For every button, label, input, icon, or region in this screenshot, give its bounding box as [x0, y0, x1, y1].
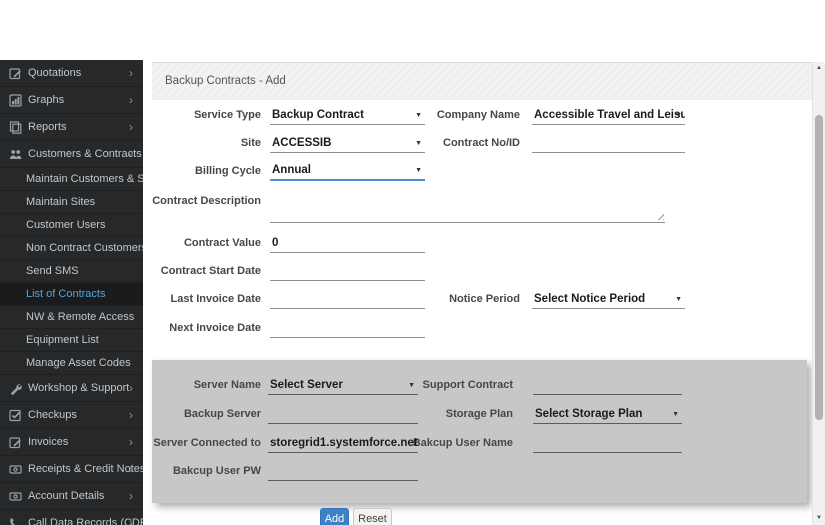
next-invoice-date-input[interactable]: [270, 319, 425, 338]
site-label: Site: [240, 137, 261, 149]
chevron-right-icon: ›: [129, 93, 133, 107]
chevron-right-icon: ›: [129, 516, 133, 525]
sidebar-item-call-data-records[interactable]: Call Data Records (CDR s) ›: [0, 510, 143, 525]
contract-description-textarea[interactable]: [270, 186, 665, 223]
sidebar-item-label: Checkups: [28, 409, 77, 421]
service-type-label: Service Type: [193, 109, 261, 121]
panel-header: Backup Contracts - Add: [152, 62, 812, 100]
phone-icon: [9, 517, 23, 525]
reset-button[interactable]: Reset: [353, 508, 392, 525]
sidebar-item-label: Customer Users: [26, 219, 106, 231]
pencil-square-icon: [9, 67, 23, 80]
backup-server-label: Backup Server: [183, 408, 261, 420]
vertical-scrollbar[interactable]: ▲ ▼: [812, 62, 825, 525]
sidebar-item-label: Manage Asset Codes: [26, 357, 131, 369]
scroll-up-icon[interactable]: ▲: [813, 65, 825, 71]
sidebar-item-label: Equipment List: [26, 334, 99, 346]
dropdown-caret-icon: ▼: [672, 411, 679, 418]
sidebar-item-label: List of Contracts: [26, 288, 106, 300]
dropdown-caret-icon: ▼: [415, 140, 422, 147]
sidebar-item-label: Maintain Sites: [26, 196, 96, 208]
server-name-label: Server Name: [193, 379, 261, 391]
dropdown-caret-icon: ▼: [415, 112, 422, 119]
sidebar-item-label: Reports: [28, 121, 67, 133]
add-button[interactable]: Add: [320, 508, 349, 525]
scroll-down-icon[interactable]: ▼: [813, 515, 825, 521]
sidebar-item-label: Invoices: [28, 436, 69, 448]
chevron-down-icon: ›: [124, 152, 138, 156]
sidebar-item-label: Quotations: [28, 67, 82, 79]
wrench-icon: [9, 382, 23, 395]
next-invoice-date-label: Next Invoice Date: [169, 322, 261, 334]
report-pages-icon: [9, 120, 23, 134]
contract-value-label: Contract Value: [183, 237, 261, 249]
checkbox-icon: [9, 409, 23, 422]
sidebar-item-label: Call Data Records (CDR s): [28, 517, 143, 525]
bakcup-user-pw-label: Bakcup User PW: [172, 465, 261, 477]
site-select[interactable]: ACCESSIB ▼: [270, 134, 425, 153]
sidebar-item-label: Account Details: [28, 490, 105, 502]
last-invoice-date-input[interactable]: [270, 290, 425, 309]
server-connected-to-input[interactable]: storegrid1.systemforce.net: [268, 434, 418, 453]
company-name-select[interactable]: Accessible Travel and Leisure ▼: [532, 106, 685, 125]
support-contract-input[interactable]: [533, 376, 682, 395]
contract-value-input[interactable]: 0: [270, 234, 425, 253]
sidebar-item-label: Workshop & Support: [28, 382, 130, 394]
bakcup-user-pw-input[interactable]: [268, 462, 418, 481]
sidebar-item-label: Send SMS: [26, 265, 79, 277]
contract-start-date-input[interactable]: [270, 262, 425, 281]
scrollbar-thumb[interactable]: [815, 115, 823, 420]
sidebar-item-quotations[interactable]: Quotations ›: [0, 60, 143, 87]
sidebar-item-label: Graphs: [28, 94, 65, 106]
contract-description-label: Contract Description: [152, 195, 261, 207]
bar-chart-icon: [9, 93, 23, 107]
last-invoice-date-label: Last Invoice Date: [170, 293, 261, 305]
contract-start-date-label: Contract Start Date: [160, 265, 261, 277]
bakcup-user-name-input[interactable]: [533, 434, 682, 453]
notice-period-select[interactable]: Select Notice Period ▼: [532, 290, 685, 309]
storage-plan-select[interactable]: Select Storage Plan ▼: [533, 405, 682, 424]
resize-handle-icon[interactable]: [655, 211, 664, 220]
dropdown-caret-icon: ▼: [675, 112, 682, 119]
pencil-square-icon: [9, 436, 23, 449]
sidebar-item-manage-asset-codes[interactable]: Manage Asset Codes: [0, 352, 143, 375]
service-type-select[interactable]: Backup Contract ▼: [270, 106, 425, 125]
dropdown-caret-icon: ▼: [675, 296, 682, 303]
billing-cycle-label: Billing Cycle: [194, 165, 261, 177]
people-icon: [9, 148, 23, 161]
server-name-select[interactable]: Select Server ▼: [268, 376, 418, 395]
dropdown-caret-icon: ▼: [408, 382, 415, 389]
contract-no-input[interactable]: [532, 134, 685, 153]
chevron-right-icon: ›: [129, 489, 133, 503]
banknote-icon: [9, 463, 23, 476]
dropdown-caret-icon: ▼: [415, 167, 422, 174]
banknote-icon: [9, 490, 23, 503]
sidebar-item-customer-users[interactable]: Customer Users: [0, 214, 143, 237]
app-window: Quotations › Graphs › Reports › Customer…: [0, 0, 825, 525]
chevron-right-icon: ›: [129, 66, 133, 80]
backup-server-input[interactable]: [268, 405, 418, 424]
server-connected-to-label: Server Connected to: [153, 437, 261, 449]
sidebar-item-account-details[interactable]: Account Details ›: [0, 483, 143, 510]
page-title: Backup Contracts - Add: [165, 75, 286, 87]
billing-cycle-select[interactable]: Annual ▼: [270, 161, 425, 181]
sidebar-item-label: NW & Remote Access: [26, 311, 135, 323]
